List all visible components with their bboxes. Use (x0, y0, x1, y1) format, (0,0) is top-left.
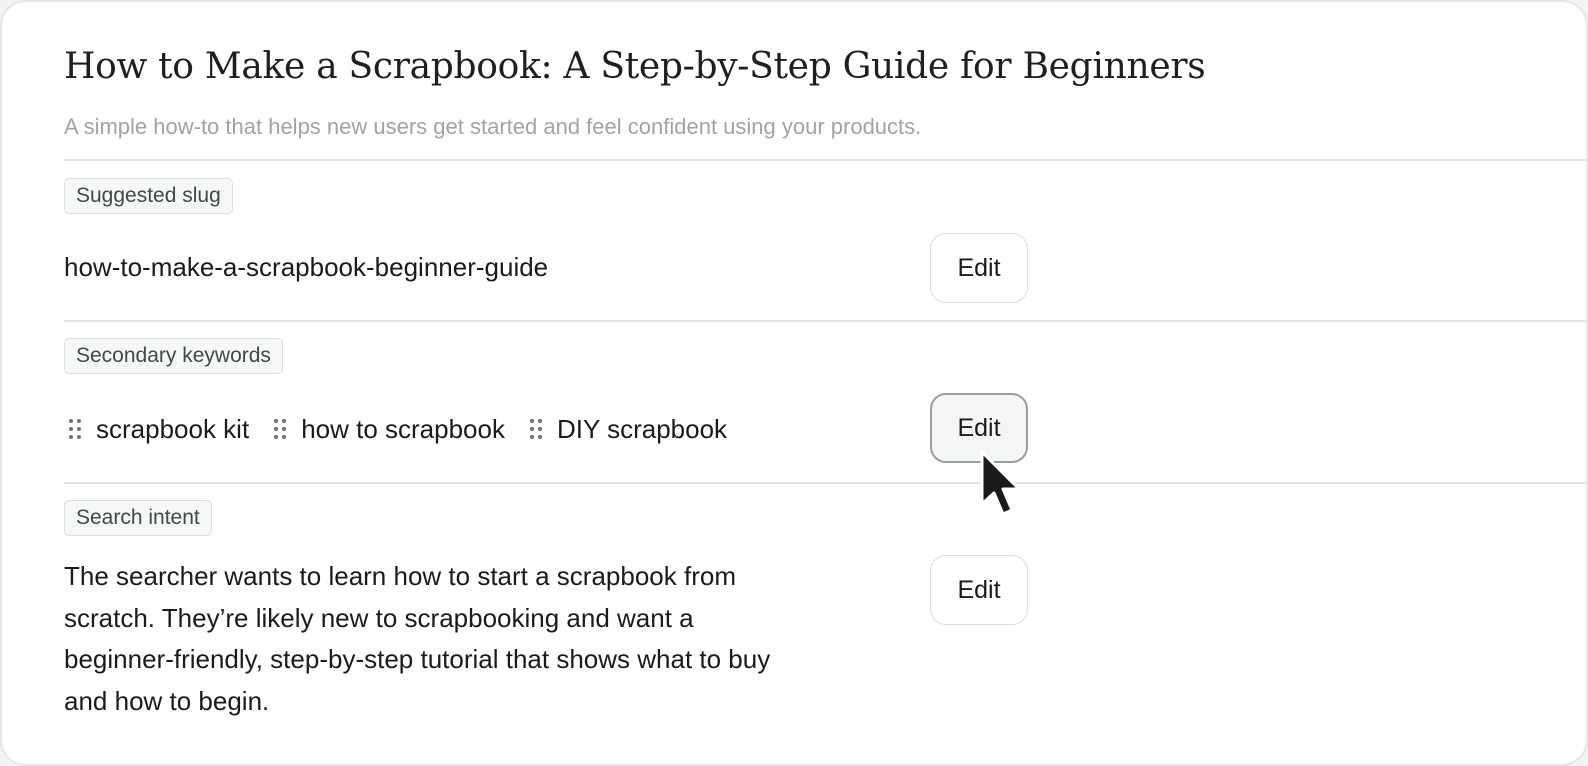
section-divider (64, 159, 1586, 161)
search-intent-label: Search intent (64, 500, 212, 536)
keyword-item[interactable]: scrapbook kit (66, 414, 249, 445)
keyword-list: scrapbook kit how to scrapbook DIY scrap… (66, 409, 749, 449)
edit-keywords-button[interactable]: Edit (930, 393, 1028, 463)
brief-card: How to Make a Scrapbook: A Step-by-Step … (0, 0, 1588, 766)
drag-handle-icon[interactable] (527, 417, 545, 441)
edit-slug-button[interactable]: Edit (930, 233, 1028, 303)
suggested-slug-label: Suggested slug (64, 178, 233, 214)
page-title: How to Make a Scrapbook: A Step-by-Step … (64, 46, 1206, 87)
suggested-slug-value: how-to-make-a-scrapbook-beginner-guide (64, 252, 549, 282)
drag-handle-icon[interactable] (271, 417, 289, 441)
search-intent-text: The searcher wants to learn how to start… (64, 561, 771, 716)
page-subtitle: A simple how-to that helps new users get… (64, 114, 922, 139)
secondary-keywords-label: Secondary keywords (64, 338, 283, 374)
keyword-label: how to scrapbook (301, 413, 505, 444)
keyword-item[interactable]: how to scrapbook (271, 414, 505, 445)
section-divider (64, 482, 1586, 484)
keyword-label: DIY scrapbook (556, 413, 728, 444)
keyword-item[interactable]: DIY scrapbook (527, 414, 727, 445)
keyword-label: scrapbook kit (96, 413, 250, 444)
drag-handle-icon[interactable] (66, 417, 84, 441)
section-divider (64, 320, 1586, 322)
edit-intent-button[interactable]: Edit (930, 555, 1028, 625)
